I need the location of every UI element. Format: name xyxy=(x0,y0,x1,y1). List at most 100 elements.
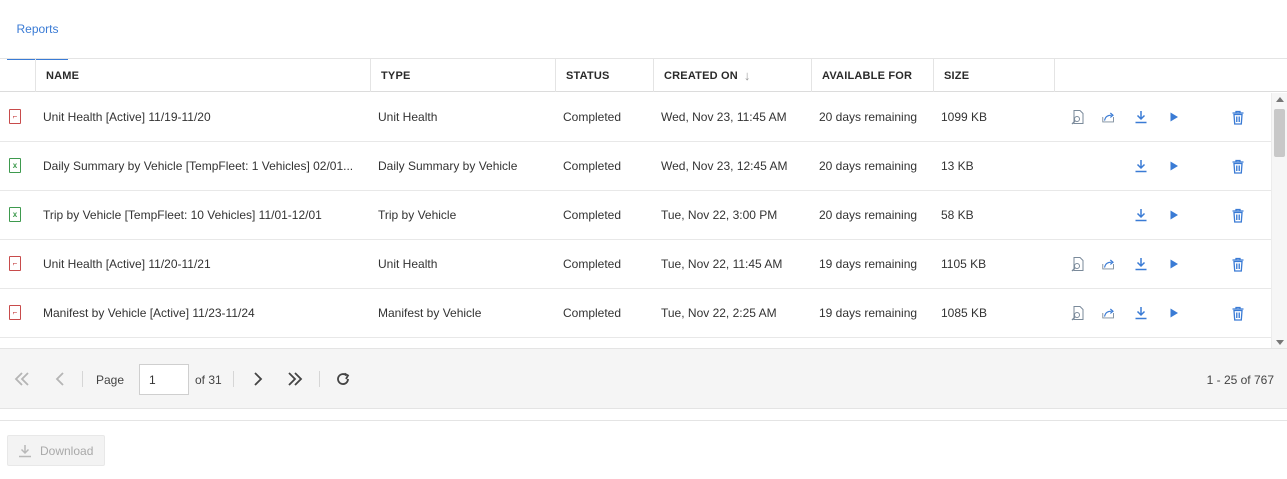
play-icon[interactable] xyxy=(1166,158,1182,174)
vertical-scrollbar[interactable] xyxy=(1271,93,1287,349)
cell-size: 13 KB xyxy=(941,159,974,173)
first-page-button[interactable] xyxy=(12,369,32,389)
download-icon[interactable] xyxy=(1133,305,1149,321)
cell-name: Unit Health [Active] 11/20-11/21 xyxy=(43,257,211,271)
table-row[interactable]: ⌐ Unit Health [Active] 11/19-11/20 Unit He… xyxy=(0,93,1271,142)
trash-icon[interactable] xyxy=(1230,305,1246,321)
share-export-icon[interactable] xyxy=(1101,256,1117,272)
download-button-label: Download xyxy=(40,443,94,458)
download-button[interactable]: Download xyxy=(7,435,105,466)
trash-icon[interactable] xyxy=(1230,256,1246,272)
play-icon[interactable] xyxy=(1166,207,1182,223)
chevron-left-icon xyxy=(55,372,64,386)
header-status-label: STATUS xyxy=(566,69,610,82)
tab-bar: Reports xyxy=(0,0,1287,60)
cell-status: Completed xyxy=(563,306,622,320)
sort-down-arrow-icon: ↓ xyxy=(743,68,751,83)
page-count-label: of 31 xyxy=(195,373,222,387)
pdf-file-icon: ⌐ xyxy=(9,305,21,320)
pdf-file-icon: ⌐ xyxy=(9,109,21,124)
tab-reports[interactable]: Reports xyxy=(7,0,68,60)
header-type-label: TYPE xyxy=(381,69,411,82)
cell-type: Daily Summary by Vehicle xyxy=(378,159,518,173)
double-chevron-left-icon xyxy=(14,372,29,386)
scrollbar-thumb[interactable] xyxy=(1274,109,1285,157)
cell-status: Completed xyxy=(563,257,622,271)
cell-status: Completed xyxy=(563,110,622,124)
chevron-right-icon xyxy=(254,372,263,386)
scroll-down-arrow-icon[interactable] xyxy=(1276,340,1284,345)
preview-document-icon[interactable] xyxy=(1070,256,1086,272)
cell-status: Completed xyxy=(563,208,622,222)
next-page-button[interactable] xyxy=(248,369,268,389)
excel-file-icon: x xyxy=(9,158,21,173)
cell-available-for: 20 days remaining xyxy=(819,159,918,173)
header-available-for-label: AVAILABLE FOR xyxy=(822,69,913,82)
pager-separator xyxy=(319,371,320,387)
cell-size: 58 KB xyxy=(941,208,974,222)
play-icon[interactable] xyxy=(1166,305,1182,321)
scroll-up-arrow-icon[interactable] xyxy=(1276,97,1284,102)
cell-created-on: Tue, Nov 22, 3:00 PM xyxy=(661,208,778,222)
table-row[interactable]: x Trip by Vehicle [TempFleet: 10 Vehicles… xyxy=(0,191,1271,240)
header-status[interactable]: STATUS xyxy=(555,59,653,92)
records-count-label: 1 - 25 of 767 xyxy=(1206,373,1274,387)
cell-status: Completed xyxy=(563,159,622,173)
preview-document-icon[interactable] xyxy=(1070,109,1086,125)
preview-document-icon[interactable] xyxy=(1070,305,1086,321)
refresh-button[interactable] xyxy=(333,369,353,389)
cell-available-for: 19 days remaining xyxy=(819,306,918,320)
previous-page-button[interactable] xyxy=(50,369,70,389)
header-available-for[interactable]: AVAILABLE FOR xyxy=(811,59,933,92)
table-row[interactable]: ⌐ Unit Health [Active] 11/20-11/21 Unit He… xyxy=(0,240,1271,289)
share-export-icon[interactable] xyxy=(1101,109,1117,125)
header-name-label: NAME xyxy=(46,69,80,82)
cell-available-for: 20 days remaining xyxy=(819,208,918,222)
download-icon[interactable] xyxy=(1133,207,1149,223)
download-icon xyxy=(18,444,32,458)
grid-body: ⌐ Unit Health [Active] 11/19-11/20 Unit He… xyxy=(0,93,1271,349)
last-page-button[interactable] xyxy=(285,369,305,389)
download-icon[interactable] xyxy=(1133,109,1149,125)
cell-name: Daily Summary by Vehicle [TempFleet: 1 V… xyxy=(43,159,354,173)
double-chevron-right-icon xyxy=(288,372,303,386)
page-number-input[interactable] xyxy=(139,364,189,395)
play-icon[interactable] xyxy=(1166,109,1182,125)
cell-created-on: Tue, Nov 22, 2:25 AM xyxy=(661,306,777,320)
cell-size: 1085 KB xyxy=(941,306,988,320)
tab-reports-label: Reports xyxy=(16,22,59,36)
trash-icon[interactable] xyxy=(1230,158,1246,174)
header-actions xyxy=(1054,59,1287,92)
refresh-icon xyxy=(337,372,350,385)
share-export-icon[interactable] xyxy=(1101,305,1117,321)
table-row[interactable]: x Daily Summary by Vehicle [TempFleet: 1 … xyxy=(0,142,1271,191)
table-row[interactable]: ⌐ Manifest by Vehicle [Active] 11/23-11/2… xyxy=(0,289,1271,338)
cell-name: Unit Health [Active] 11/19-11/20 xyxy=(43,110,211,124)
cell-size: 1105 KB xyxy=(941,257,987,271)
grid-header: NAME TYPE STATUS CREATED ON ↓ AVAILABLE … xyxy=(0,59,1287,92)
trash-icon[interactable] xyxy=(1230,109,1246,125)
header-name[interactable]: NAME xyxy=(35,59,370,92)
cell-name: Manifest by Vehicle [Active] 11/23-11/24 xyxy=(43,306,255,320)
play-icon[interactable] xyxy=(1166,256,1182,272)
cell-available-for: 20 days remaining xyxy=(819,110,918,124)
header-size[interactable]: SIZE xyxy=(933,59,1054,92)
header-created-on-label: CREATED ON xyxy=(664,69,738,82)
cell-type: Unit Health xyxy=(378,110,438,124)
pager-separator xyxy=(82,371,83,387)
header-created-on[interactable]: CREATED ON ↓ xyxy=(653,59,811,92)
cell-type: Unit Health xyxy=(378,257,438,271)
cell-created-on: Tue, Nov 22, 11:45 AM xyxy=(661,257,783,271)
cell-name: Trip by Vehicle [TempFleet: 10 Vehicles]… xyxy=(43,208,322,222)
header-size-label: SIZE xyxy=(944,69,970,82)
cell-type: Trip by Vehicle xyxy=(378,208,457,222)
excel-file-icon: x xyxy=(9,207,21,222)
trash-icon[interactable] xyxy=(1230,207,1246,223)
download-icon[interactable] xyxy=(1133,256,1149,272)
cell-created-on: Wed, Nov 23, 11:45 AM xyxy=(661,110,787,124)
download-icon[interactable] xyxy=(1133,158,1149,174)
footer-divider xyxy=(0,420,1287,421)
page-label: Page xyxy=(96,373,125,387)
header-type[interactable]: TYPE xyxy=(370,59,555,92)
header-icon-column xyxy=(0,59,35,92)
